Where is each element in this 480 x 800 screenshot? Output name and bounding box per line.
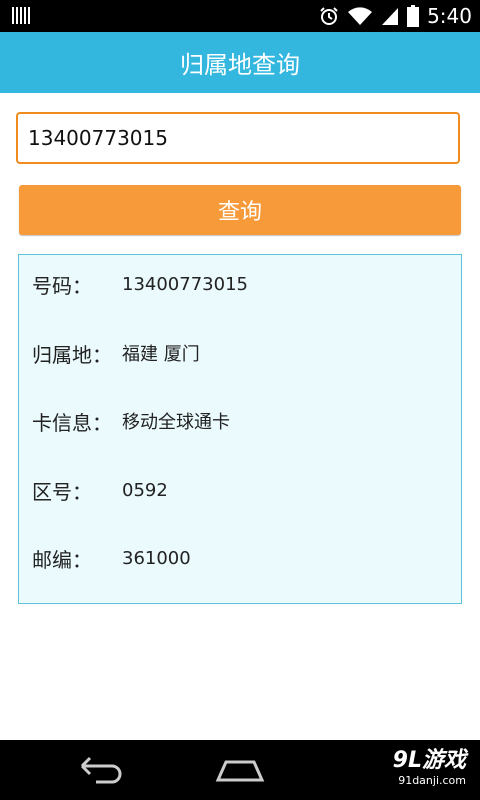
- navigation-bar: 9L游戏 91danji.com: [0, 740, 480, 800]
- status-time: 5:40: [427, 4, 472, 28]
- watermark-brand: 9L游戏: [392, 748, 466, 773]
- watermark-logo: 9L游戏 91danji.com: [393, 748, 466, 788]
- result-row-number: 号码： 13400773015: [32, 269, 248, 299]
- watermark-url: 91danji.com: [398, 774, 466, 787]
- page-title: 归属地查询: [0, 32, 480, 93]
- result-row-card-info: 卡信息： 移动全球通卡: [32, 406, 230, 436]
- query-button[interactable]: 查询: [19, 185, 461, 235]
- signal-bars-icon: [12, 7, 30, 24]
- location-label: 归属地：: [32, 342, 112, 367]
- postal-code-label: 邮编：: [32, 547, 92, 572]
- result-panel: 号码： 13400773015 归属地： 福建 厦门 卡信息： 移动全球通卡 区…: [18, 254, 462, 604]
- number-label: 号码：: [32, 273, 92, 298]
- phone-number-input[interactable]: [16, 112, 460, 164]
- result-row-postal-code: 邮编： 361000: [32, 543, 191, 573]
- location-value: 福建 厦门: [122, 344, 200, 365]
- cell-signal-icon: [382, 8, 399, 25]
- battery-icon: [407, 5, 420, 27]
- status-bar: 5:40: [0, 0, 480, 32]
- alarm-clock-icon: [320, 7, 338, 25]
- area-code-value: 0592: [122, 479, 168, 501]
- postal-code-value: 361000: [122, 547, 191, 569]
- area-code-label: 区号：: [32, 479, 92, 504]
- wifi-icon: [348, 7, 373, 25]
- back-icon[interactable]: [76, 754, 124, 786]
- result-row-area-code: 区号： 0592: [32, 475, 168, 505]
- status-icons: 5:40: [319, 4, 472, 28]
- home-icon[interactable]: [214, 754, 266, 786]
- card-info-value: 移动全球通卡: [122, 412, 230, 433]
- number-value: 13400773015: [122, 273, 248, 295]
- result-row-location: 归属地： 福建 厦门: [32, 338, 200, 368]
- card-info-label: 卡信息：: [32, 410, 112, 435]
